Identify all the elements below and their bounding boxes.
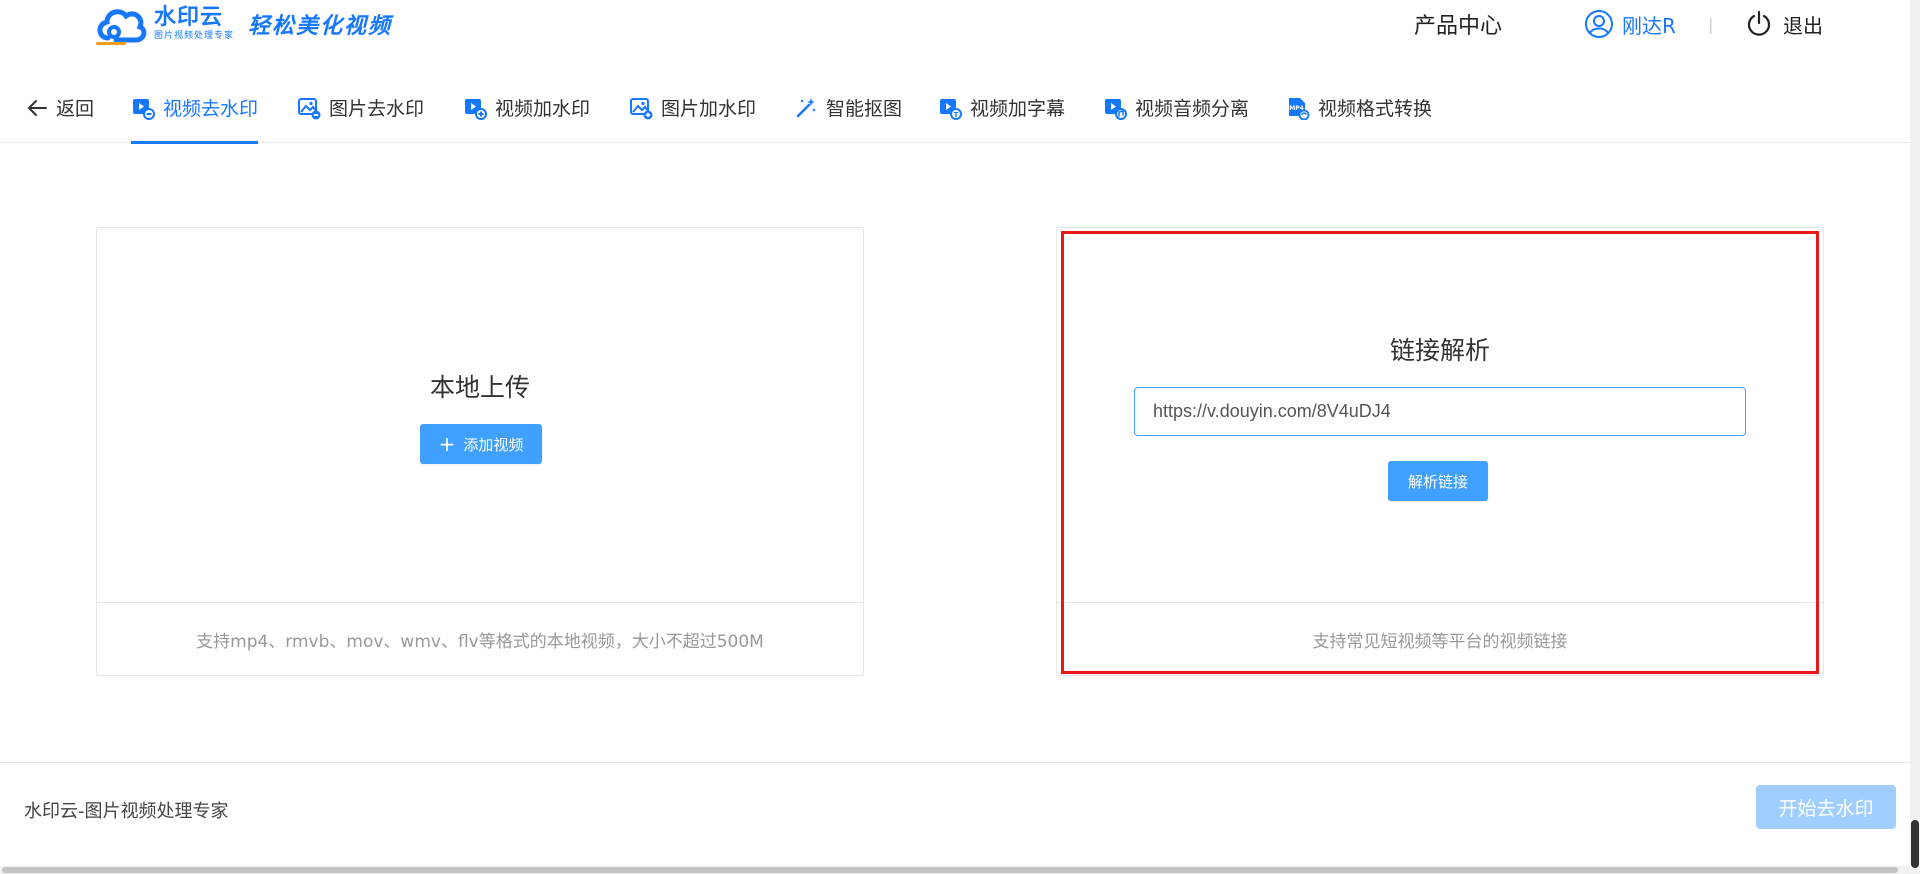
plus-icon: + <box>438 432 456 456</box>
video-remove-watermark-icon <box>133 98 155 120</box>
username: 刚达R <box>1622 13 1676 38</box>
tab-label: 智能抠图 <box>826 98 903 120</box>
logo[interactable]: 水印云 图片视频处理专家 轻松美化视频 <box>94 2 392 46</box>
link-parse-panel: 链接解析 解析链接 支持常见短视频等平台的视频链接 <box>1056 227 1824 676</box>
tab-label: 视频格式转换 <box>1318 98 1433 120</box>
header-separator: | <box>1708 0 1713 48</box>
start-button-label: 开始去水印 <box>1778 797 1874 820</box>
tool-nav: 返回 视频去水印 图片去水印 视频加水印 图片加水印 智能抠图 T 视频加字幕 … <box>0 72 1910 144</box>
image-add-watermark-icon <box>630 97 653 119</box>
start-remove-watermark-button[interactable]: 开始去水印 <box>1756 785 1896 829</box>
local-upload-hint: 支持mp4、rmvb、mov、wmv、flv等格式的本地视频，大小不超过500M <box>97 602 863 675</box>
footer-brand-text: 水印云-图片视频处理专家 <box>24 801 229 822</box>
separator-char: | <box>1708 14 1714 34</box>
image-remove-watermark-icon <box>298 97 321 119</box>
back-button[interactable]: 返回 <box>26 72 94 143</box>
svg-text:T: T <box>954 111 959 119</box>
arrow-left-icon <box>28 99 47 116</box>
tab-format-convert[interactable]: MP4 视频格式转换 <box>1286 72 1432 143</box>
add-video-button[interactable]: + 添加视频 <box>420 424 542 464</box>
product-center-label: 产品中心 <box>1414 14 1503 39</box>
vertical-scrollbar[interactable] <box>1910 0 1920 874</box>
top-header: 水印云 图片视频处理专家 轻松美化视频 产品中心 刚达R | 退出 <box>0 0 1910 72</box>
link-parse-hint-text: 支持常见短视频等平台的视频链接 <box>1312 631 1568 652</box>
tab-label: 视频加字幕 <box>970 98 1066 120</box>
local-upload-panel: 本地上传 + 添加视频 支持mp4、rmvb、mov、wmv、flv等格式的本地… <box>96 227 864 676</box>
logo-text: 水印云 图片视频处理专家 <box>154 6 234 42</box>
logo-name: 水印云 <box>154 5 224 30</box>
user-menu[interactable]: 刚达R <box>1584 0 1676 48</box>
tab-video-add-watermark[interactable]: 视频加水印 <box>463 72 590 143</box>
power-icon <box>1747 10 1771 36</box>
tab-label: 图片加水印 <box>661 98 757 120</box>
logout-button[interactable]: 退出 <box>1745 0 1823 48</box>
vertical-scrollbar-thumb[interactable] <box>1911 820 1919 868</box>
video-url-input[interactable] <box>1134 387 1746 436</box>
horizontal-scrollbar-thumb[interactable] <box>2 867 1898 873</box>
local-upload-title: 本地上传 <box>429 373 530 402</box>
video-add-watermark-icon <box>465 98 487 120</box>
tab-label: 视频音频分离 <box>1135 98 1250 120</box>
link-parse-title: 链接解析 <box>1389 336 1490 365</box>
bottom-action-bar: 水印云-图片视频处理专家 开始去水印 <box>0 762 1910 866</box>
tab-label: 视频加水印 <box>495 98 591 120</box>
local-upload-hint-text: 支持mp4、rmvb、mov、wmv、flv等格式的本地视频，大小不超过500M <box>196 631 764 652</box>
add-video-label: 添加视频 <box>463 435 524 454</box>
logout-label: 退出 <box>1783 13 1823 38</box>
link-parse-hint: 支持常见短视频等平台的视频链接 <box>1057 602 1823 675</box>
magic-wand-icon <box>796 97 816 117</box>
tab-image-remove-watermark[interactable]: 图片去水印 <box>297 72 424 143</box>
tab-audio-separation[interactable]: 视频音频分离 <box>1103 72 1249 143</box>
back-label: 返回 <box>56 98 95 120</box>
tab-video-subtitle[interactable]: T 视频加字幕 <box>938 72 1065 143</box>
tab-smart-cutout[interactable]: 智能抠图 <box>794 72 902 143</box>
tab-image-add-watermark[interactable]: 图片加水印 <box>629 72 756 143</box>
user-avatar-icon <box>1585 10 1613 38</box>
tab-label: 图片去水印 <box>329 98 425 120</box>
parse-link-button[interactable]: 解析链接 <box>1388 461 1488 501</box>
tab-video-remove-watermark[interactable]: 视频去水印 <box>131 72 259 144</box>
logo-slogan: 轻松美化视频 <box>248 13 393 39</box>
parse-link-label: 解析链接 <box>1407 472 1468 491</box>
audio-separate-icon <box>1105 98 1127 120</box>
product-center-link[interactable]: 产品中心 <box>1414 0 1502 48</box>
video-subtitle-icon: T <box>940 98 962 120</box>
mp4-file-icon: MP4 <box>1289 97 1310 120</box>
logo-subtitle: 图片视频处理专家 <box>154 31 235 41</box>
cloud-logo-icon <box>96 9 147 45</box>
tab-label: 视频去水印 <box>163 98 259 120</box>
